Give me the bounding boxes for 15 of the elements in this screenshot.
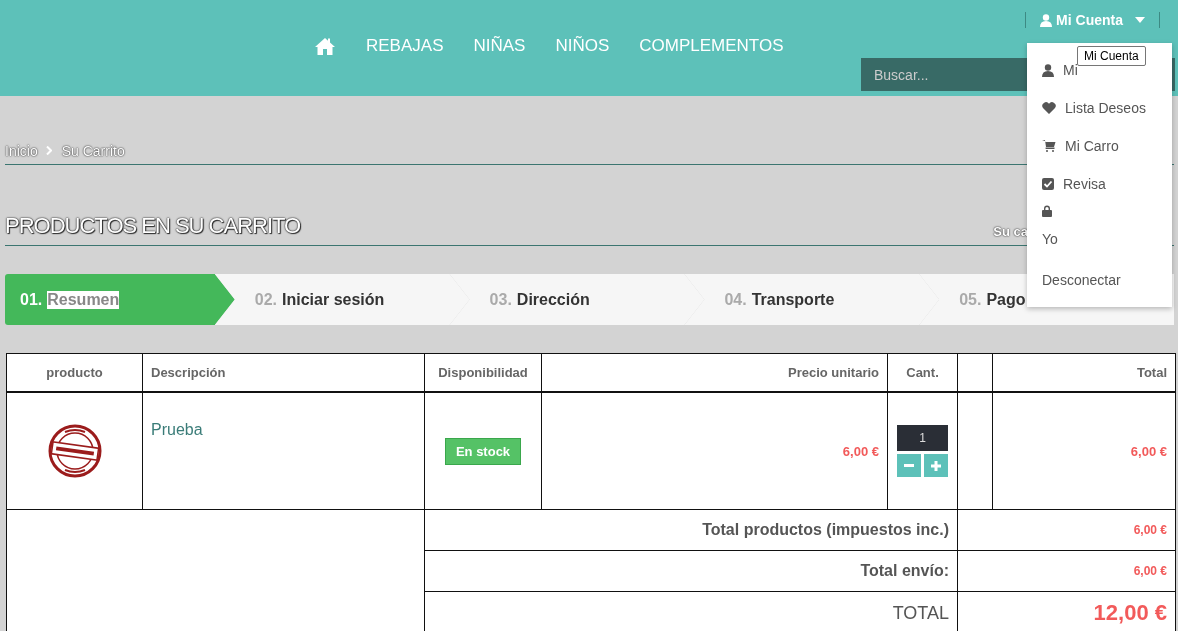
summary-value: 6,00 € — [957, 509, 1176, 551]
summary-value: 6,00 € — [957, 550, 1176, 592]
column-header: Descripción — [142, 353, 425, 392]
column-header: Disponibilidad — [424, 353, 542, 392]
column-header: Precio unitario — [541, 353, 888, 392]
table-cell: 6,00 € — [541, 392, 888, 510]
column-header: Total — [992, 353, 1176, 392]
summary-label: Total productos (impuestos inc.) — [424, 509, 958, 551]
tooltip: Mi Cuenta — [1077, 46, 1146, 66]
column-header: producto — [6, 353, 143, 392]
summary-label: Total envío: — [424, 550, 958, 592]
column-header: Cant. — [887, 353, 958, 392]
page-heading: PRODUCTOS EN SU CARRITO — [5, 213, 301, 239]
table-cell: 6,00 € — [992, 392, 1176, 510]
stock-label: En stock — [444, 437, 522, 465]
